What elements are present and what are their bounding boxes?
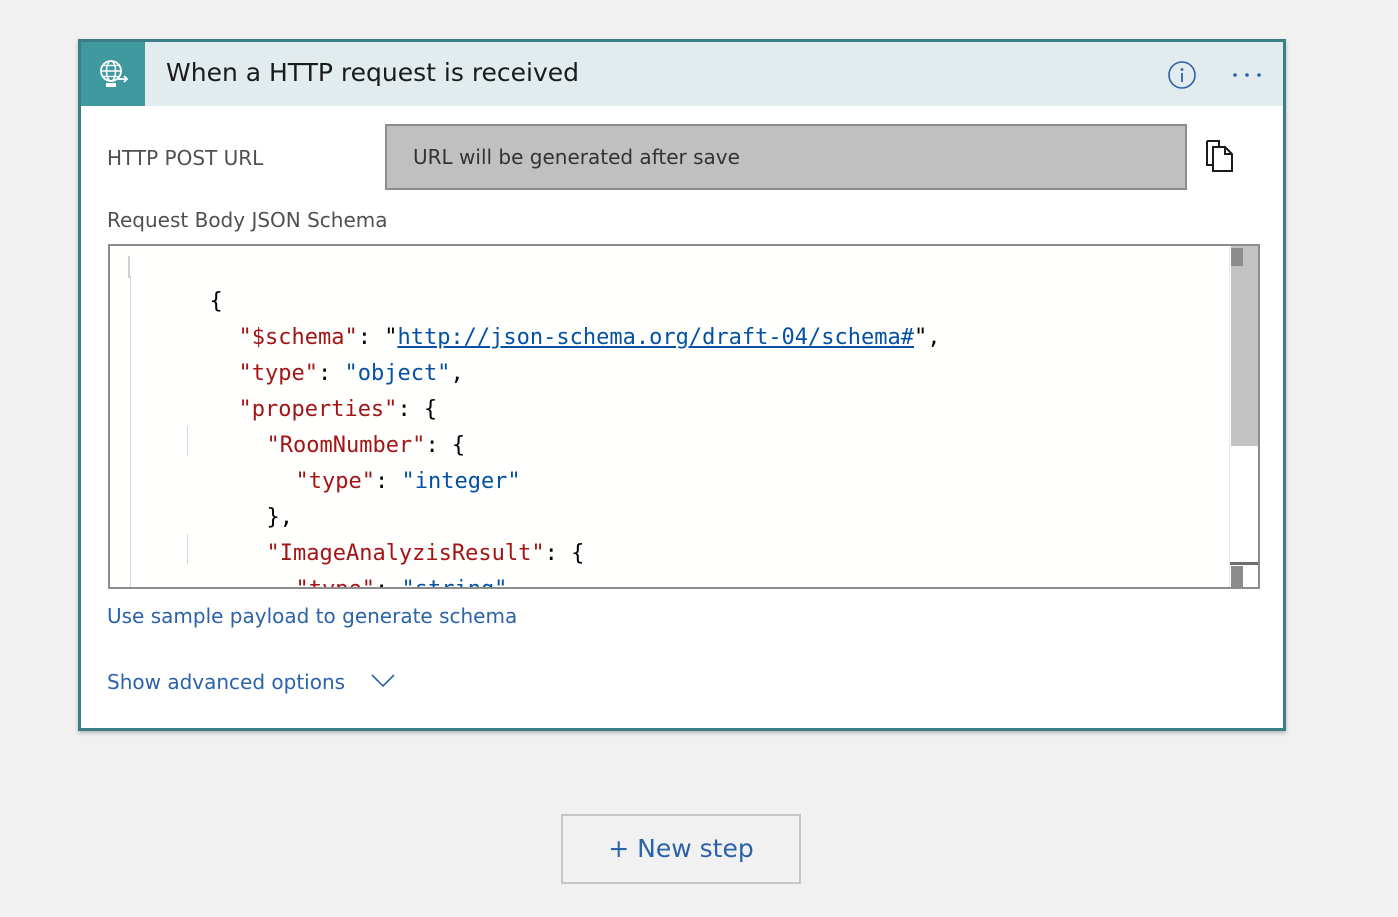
code-line: { xyxy=(209,289,223,314)
card-header[interactable]: When a HTTP request is received xyxy=(81,42,1283,106)
trigger-icon-box xyxy=(81,42,145,106)
scrollbar-bottom-marker xyxy=(1231,566,1243,587)
more-options-button[interactable] xyxy=(1229,62,1265,88)
trigger-title: When a HTTP request is received xyxy=(166,58,580,87)
code-line: "properties": { xyxy=(238,397,438,422)
code-line: "RoomNumber": { xyxy=(266,433,466,458)
sample-payload-link[interactable]: Use sample payload to generate schema xyxy=(107,604,517,628)
code-line: "type": "integer" xyxy=(295,469,521,494)
code-line: "type": "object", xyxy=(238,361,464,386)
http-post-url-label: HTTP POST URL xyxy=(107,146,264,170)
json-schema-editor[interactable]: { "$schema": "http://json-schema.org/dra… xyxy=(108,244,1260,589)
show-advanced-options-label: Show advanced options xyxy=(107,670,346,694)
editor-scrollbar[interactable] xyxy=(1229,246,1258,587)
code-line: }, xyxy=(266,505,293,530)
code-line: "type": "string" xyxy=(216,536,507,587)
chevron-down-icon xyxy=(371,674,395,688)
schema-url-link[interactable]: http://json-schema.org/draft-04/schema# xyxy=(397,325,914,350)
globe-request-icon xyxy=(100,60,129,87)
trigger-card: When a HTTP request is received HTTP POS… xyxy=(78,39,1286,731)
copy-icon xyxy=(1206,140,1233,172)
http-post-url-value: URL will be generated after save xyxy=(413,145,740,169)
scrollbar-thumb[interactable] xyxy=(1231,246,1258,446)
info-button[interactable] xyxy=(1168,61,1196,89)
scrollbar-position-marker xyxy=(1231,248,1243,266)
code-line: "ImageAnalyzisResult": { xyxy=(266,541,585,566)
code-line: } xyxy=(187,572,280,587)
copy-url-button[interactable] xyxy=(1204,139,1234,173)
code-line: "$schema": "http://json-schema.org/draft… xyxy=(238,325,941,350)
new-step-button[interactable]: + New step xyxy=(561,814,801,884)
more-options-icon xyxy=(1233,73,1261,77)
http-post-url-field[interactable]: URL will be generated after save xyxy=(385,124,1187,190)
info-icon xyxy=(1168,61,1196,89)
scrollbar-bottom-line xyxy=(1230,562,1258,565)
new-step-label: + New step xyxy=(608,834,754,863)
schema-label: Request Body JSON Schema xyxy=(107,208,388,232)
